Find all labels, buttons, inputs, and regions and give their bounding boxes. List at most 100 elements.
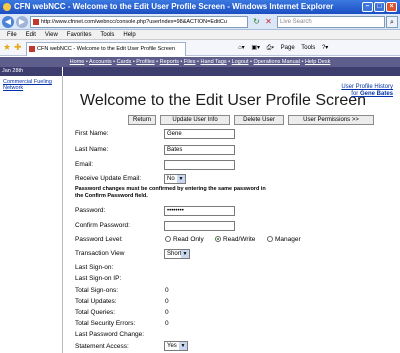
level-manager-radio[interactable]: Manager bbox=[267, 236, 301, 244]
statement-access-select[interactable]: Yes ▼ bbox=[164, 341, 188, 351]
forward-button[interactable]: ▶ bbox=[16, 16, 28, 28]
tab-bar: ★ ✚ CFN webNCC - Welcome to the Edit Use… bbox=[0, 40, 400, 56]
address-text: http://www.cfnnet.com/webncc/console.php… bbox=[41, 19, 227, 25]
favorites-star-icon[interactable]: ★ bbox=[3, 43, 11, 52]
transaction-view-value: Short bbox=[167, 251, 182, 257]
first-name-field[interactable]: Gene bbox=[164, 129, 235, 139]
confirm-password-field[interactable] bbox=[164, 221, 235, 231]
last-password-change-label: Last Password Change: bbox=[75, 331, 145, 338]
menu-help[interactable]: Help bbox=[123, 30, 135, 40]
user-permissions-button[interactable]: User Permissions >> bbox=[288, 115, 374, 125]
menu-file[interactable]: File bbox=[7, 30, 17, 40]
sidebar-item-cfn[interactable]: Commercial Fueling Network bbox=[0, 76, 62, 91]
first-name-label: First Name: bbox=[75, 130, 109, 137]
current-date: Jan 28th bbox=[2, 68, 24, 74]
level-option-label: Read/Write bbox=[223, 236, 256, 243]
tools-menu[interactable]: Tools bbox=[301, 45, 315, 51]
receive-email-label: Receive Update Email: bbox=[75, 175, 142, 182]
print-icon[interactable]: ⎙▾ bbox=[267, 45, 274, 51]
minimize-button[interactable]: – bbox=[362, 2, 373, 12]
password-field[interactable]: •••••••• bbox=[164, 206, 235, 216]
close-button[interactable]: × bbox=[386, 2, 397, 12]
radio-icon bbox=[267, 236, 273, 242]
password-label: Password: bbox=[75, 207, 106, 214]
password-level-label: Password Level: bbox=[75, 236, 123, 243]
address-toolbar: ◀ ▶ http://www.cfnnet.com/webncc/console… bbox=[0, 14, 400, 30]
total-updates-value: 0 bbox=[165, 298, 169, 305]
menu-view[interactable]: View bbox=[45, 30, 58, 40]
menu-tools[interactable]: Tools bbox=[100, 30, 114, 40]
email-field[interactable] bbox=[164, 160, 235, 170]
transaction-view-select[interactable]: Short ▼ bbox=[164, 249, 190, 259]
tab-favicon-icon bbox=[29, 46, 35, 52]
receive-email-value: No bbox=[167, 176, 175, 182]
total-signons-label: Total Sign-ons: bbox=[75, 287, 118, 294]
confirm-password-label: Confirm Password: bbox=[75, 222, 130, 229]
chevron-down-icon: ▼ bbox=[181, 250, 189, 258]
total-security-errors-label: Total Security Errors: bbox=[75, 320, 136, 327]
update-user-info-button[interactable]: Update User Info bbox=[160, 115, 230, 125]
nav-logout[interactable]: Logout bbox=[232, 59, 249, 65]
browser-tab[interactable]: CFN webNCC - Welcome to the Edit User Pr… bbox=[26, 42, 186, 56]
level-read-only-radio[interactable]: Read Only bbox=[165, 236, 204, 244]
date-bar: Jan 28th bbox=[0, 67, 400, 76]
back-button[interactable]: ◀ bbox=[2, 16, 14, 28]
feeds-icon[interactable]: ▣▾ bbox=[251, 45, 260, 51]
address-input[interactable]: http://www.cfnnet.com/webncc/console.php… bbox=[30, 16, 248, 28]
return-button[interactable]: Return bbox=[128, 115, 156, 125]
page-menu[interactable]: Page bbox=[281, 45, 295, 51]
tab-title: CFN webNCC - Welcome to the Edit User Pr… bbox=[37, 46, 176, 52]
nav-cards[interactable]: Cards bbox=[117, 59, 132, 65]
level-read-write-radio[interactable]: Read/Write bbox=[215, 236, 255, 244]
last-name-label: Last Name: bbox=[75, 146, 109, 153]
delete-user-button[interactable]: Delete User bbox=[234, 115, 284, 125]
nav-help-desk[interactable]: Help Desk bbox=[305, 59, 330, 65]
statement-access-label: Statement Access: bbox=[75, 343, 129, 350]
total-security-errors-value: 0 bbox=[165, 320, 169, 327]
sidebar: Commercial Fueling Network bbox=[0, 76, 63, 353]
site-favicon-icon bbox=[33, 19, 39, 25]
ie-logo-icon bbox=[3, 3, 11, 11]
chevron-down-icon: ▼ bbox=[177, 175, 185, 183]
search-icon[interactable]: ⌕ bbox=[386, 16, 398, 28]
total-queries-value: 0 bbox=[165, 309, 169, 316]
level-option-label: Manager bbox=[275, 236, 301, 243]
nav-accounts[interactable]: Accounts bbox=[89, 59, 112, 65]
menu-edit[interactable]: Edit bbox=[26, 30, 36, 40]
transaction-view-label: Transaction View bbox=[75, 250, 125, 257]
email-label: Email: bbox=[75, 161, 94, 168]
site-nav-bar: Home • Accounts • Cards • Profiles • Rep… bbox=[0, 57, 400, 67]
stop-icon[interactable]: ✕ bbox=[263, 16, 274, 28]
total-signons-value: 0 bbox=[165, 287, 169, 294]
receive-email-select[interactable]: No ▼ bbox=[164, 174, 186, 184]
nav-home[interactable]: Home bbox=[70, 59, 85, 65]
add-favorites-icon[interactable]: ✚ bbox=[14, 43, 22, 52]
home-icon[interactable]: ⌂▾ bbox=[238, 45, 245, 51]
history-link[interactable]: User Profile History for Gene Bates bbox=[335, 84, 393, 98]
maximize-button[interactable]: □ bbox=[374, 2, 385, 12]
radio-selected-icon bbox=[215, 236, 221, 242]
page-title: Welcome to the Edit User Profile Screen bbox=[80, 92, 367, 109]
nav-hand-tags[interactable]: Hand Tags bbox=[200, 59, 226, 65]
command-bar: ⌂▾ ▣▾ ⎙▾ Page Tools ?▾ bbox=[238, 43, 333, 53]
live-search-input[interactable]: Live Search bbox=[277, 16, 385, 28]
nav-reports[interactable]: Reports bbox=[160, 59, 179, 65]
date-divider bbox=[62, 67, 63, 76]
last-signon-ip-label: Last Sign-on IP: bbox=[75, 275, 122, 282]
refresh-icon[interactable]: ↻ bbox=[251, 16, 262, 28]
nav-operations-manual[interactable]: Operations Manual bbox=[253, 59, 299, 65]
menu-favorites[interactable]: Favorites bbox=[67, 30, 92, 40]
nav-files[interactable]: Files bbox=[184, 59, 196, 65]
history-link-name: Gene Bates bbox=[359, 91, 393, 97]
window-title: CFN webNCC - Welcome to the Edit User Pr… bbox=[14, 2, 334, 11]
menu-bar: File Edit View Favorites Tools Help bbox=[0, 30, 400, 40]
statement-access-value: Yes bbox=[167, 343, 177, 349]
chevron-down-icon: ▼ bbox=[179, 342, 187, 350]
last-name-field[interactable]: Bates bbox=[164, 145, 235, 155]
password-note: Password changes must be confirmed by en… bbox=[75, 186, 266, 199]
help-icon[interactable]: ?▾ bbox=[322, 45, 328, 51]
total-queries-label: Total Queries: bbox=[75, 309, 116, 316]
total-updates-label: Total Updates: bbox=[75, 298, 117, 305]
nav-profiles[interactable]: Profiles bbox=[136, 59, 154, 65]
level-option-label: Read Only bbox=[173, 236, 204, 243]
